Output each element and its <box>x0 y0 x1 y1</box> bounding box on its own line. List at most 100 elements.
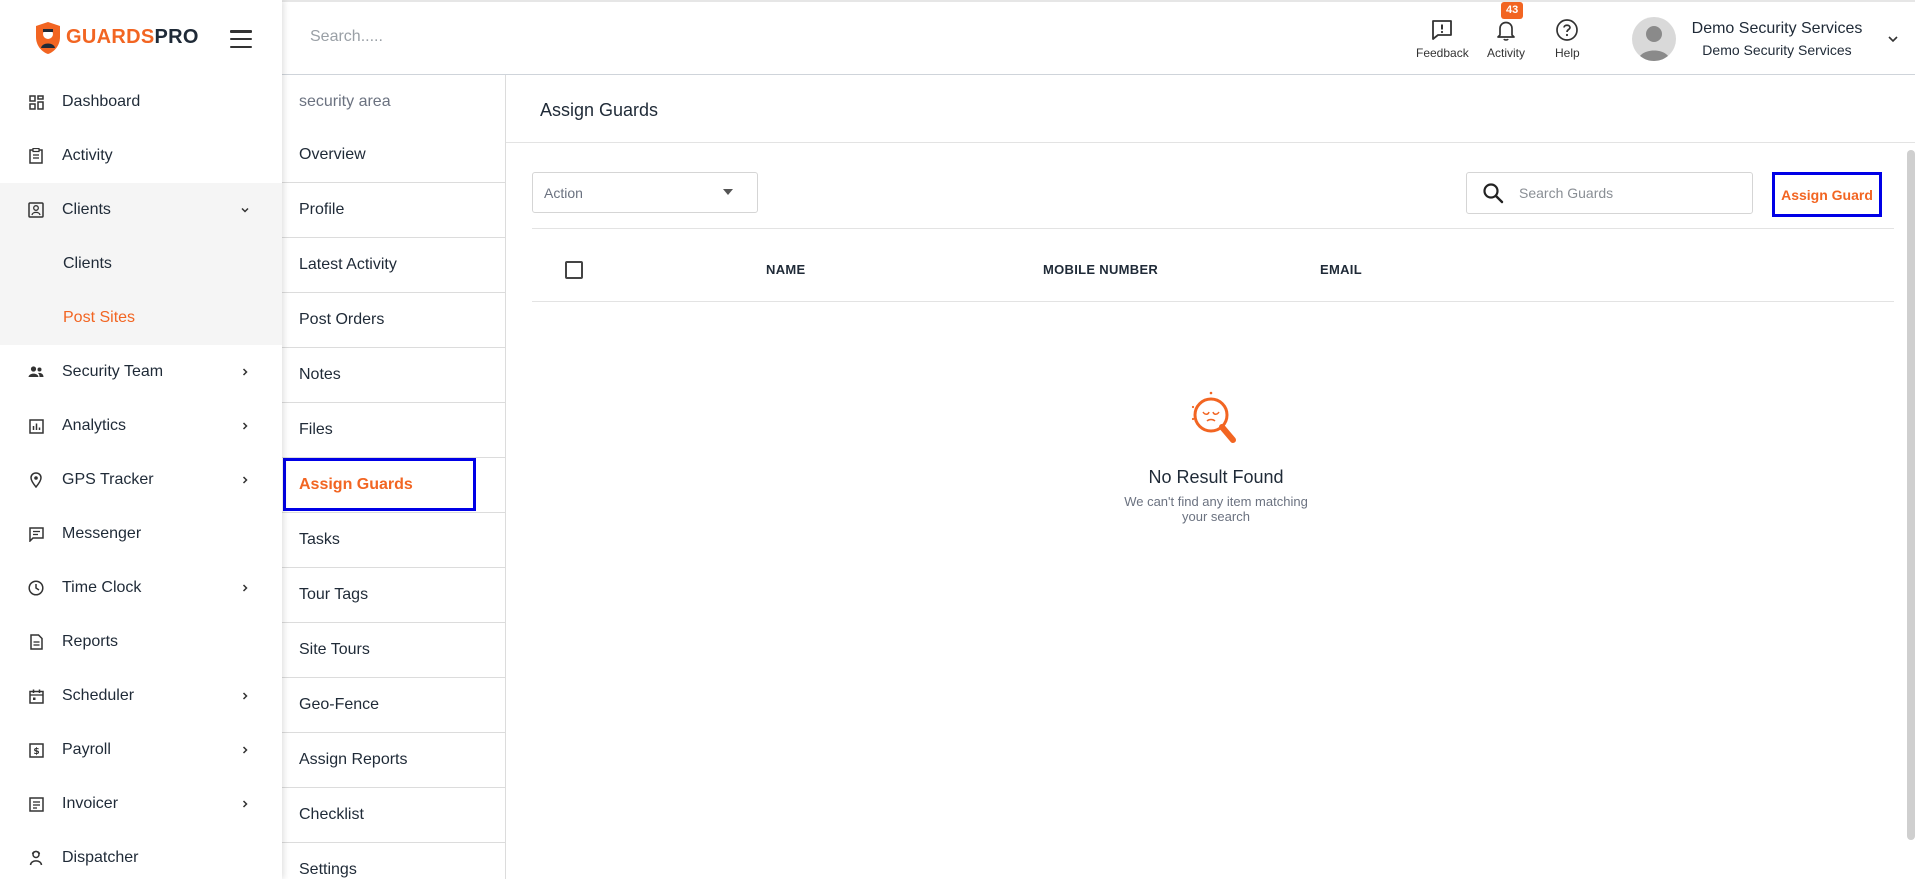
sidebar-item-gps-tracker[interactable]: GPS Tracker <box>0 453 282 507</box>
sidebar-item-label: Clients <box>62 201 111 218</box>
dashboard-icon <box>28 94 44 110</box>
chevron-right-icon <box>242 800 248 808</box>
menu-toggle-icon[interactable] <box>230 30 252 48</box>
post-site-submenu: security area Overview Profile Latest Ac… <box>282 75 506 879</box>
title-divider <box>506 142 1915 143</box>
sidebar: GUARDSPRO Dashboard Activity Clients Cli… <box>0 0 282 879</box>
sidebar-item-label: Messenger <box>62 525 142 542</box>
sidebar-item-dashboard[interactable]: Dashboard <box>0 75 282 129</box>
sidebar-subitem-post-sites[interactable]: Post Sites <box>0 291 282 345</box>
guard-shield-icon <box>36 21 60 54</box>
tab-assign-guards[interactable]: Assign Guards <box>282 458 505 513</box>
sidebar-item-label: GPS Tracker <box>62 471 154 488</box>
empty-state: No Result Found We can't find any item m… <box>1086 385 1346 524</box>
help-button[interactable]: Help <box>1555 18 1580 60</box>
brand-name: GUARDSPRO <box>66 26 199 48</box>
main-content: Assign Guards Action Assign Guard NAME M… <box>506 75 1915 879</box>
sidebar-item-payroll[interactable]: $ Payroll <box>0 723 282 777</box>
clients-icon <box>28 202 44 218</box>
sidebar-item-dispatcher[interactable]: Dispatcher <box>0 831 282 879</box>
chevron-right-icon <box>242 368 248 376</box>
tab-files[interactable]: Files <box>282 403 505 458</box>
action-dropdown-value: Action <box>544 184 583 201</box>
clock-icon <box>28 580 44 596</box>
search-icon <box>1483 183 1504 204</box>
map-pin-icon <box>28 472 44 488</box>
sidebar-item-scheduler[interactable]: Scheduler <box>0 669 282 723</box>
reports-icon <box>28 634 44 650</box>
select-all-checkbox[interactable] <box>565 261 583 279</box>
chevron-right-icon <box>242 746 248 754</box>
top-bar: Feedback 43 Activity Help Demo Security … <box>282 0 1915 75</box>
no-result-magnifier-icon <box>1191 391 1236 443</box>
sidebar-item-time-clock[interactable]: Time Clock <box>0 561 282 615</box>
action-dropdown[interactable]: Action <box>532 172 758 213</box>
tab-checklist[interactable]: Checklist <box>282 788 505 843</box>
guards-table-header: NAME MOBILE NUMBER EMAIL <box>532 228 1894 302</box>
assign-guard-button[interactable]: Assign Guard <box>1772 172 1882 217</box>
tab-notes[interactable]: Notes <box>282 348 505 403</box>
caret-down-icon <box>723 189 733 195</box>
column-header-name[interactable]: NAME <box>766 262 805 277</box>
empty-state-title: No Result Found <box>1148 467 1284 487</box>
sidebar-item-label: Security Team <box>62 363 164 380</box>
bell-icon <box>1497 21 1515 41</box>
sidebar-item-label: Payroll <box>62 741 111 758</box>
chevron-down-icon <box>241 207 249 213</box>
sidebar-item-security-team[interactable]: Security Team <box>0 345 282 399</box>
guard-search-box <box>1466 172 1753 214</box>
tab-assign-reports[interactable]: Assign Reports <box>282 733 505 788</box>
svg-text:$: $ <box>33 747 39 757</box>
sidebar-item-label: Activity <box>62 147 113 164</box>
tab-latest-activity[interactable]: Latest Activity <box>282 238 505 293</box>
tab-geo-fence[interactable]: Geo-Fence <box>282 678 505 733</box>
sidebar-nav: Dashboard Activity Clients Clients Post … <box>0 75 282 879</box>
user-avatar-icon <box>1638 26 1670 61</box>
dispatcher-icon <box>28 850 44 866</box>
activity-label: Activity <box>1487 46 1526 60</box>
feedback-icon <box>1432 20 1453 40</box>
submenu-header: security area <box>299 92 391 110</box>
sidebar-group-clients: Clients Clients Post Sites <box>0 183 282 345</box>
activity-button[interactable]: 43 Activity <box>1487 2 1526 60</box>
vertical-scrollbar[interactable] <box>1907 150 1915 840</box>
sidebar-item-label: Analytics <box>62 417 127 434</box>
feedback-label: Feedback <box>1416 46 1469 60</box>
sidebar-item-messenger[interactable]: Messenger <box>0 507 282 561</box>
help-icon <box>1556 19 1579 41</box>
column-header-email[interactable]: EMAIL <box>1320 262 1362 277</box>
sidebar-item-label: Dispatcher <box>62 849 139 866</box>
sidebar-item-reports[interactable]: Reports <box>0 615 282 669</box>
avatar[interactable] <box>1632 17 1676 61</box>
sidebar-item-clients[interactable]: Clients <box>0 183 282 237</box>
tab-tasks[interactable]: Tasks <box>282 513 505 568</box>
payroll-icon: $ <box>28 742 44 758</box>
tab-overview[interactable]: Overview <box>282 128 505 183</box>
sidebar-item-invoicer[interactable]: Invoicer <box>0 777 282 831</box>
global-search-input[interactable] <box>310 28 710 46</box>
analytics-icon <box>28 418 44 434</box>
sidebar-item-analytics[interactable]: Analytics <box>0 399 282 453</box>
sidebar-item-label: Dashboard <box>62 93 141 110</box>
security-team-icon <box>28 364 44 380</box>
sidebar-item-label: Scheduler <box>62 687 135 704</box>
sidebar-item-label: Invoicer <box>62 795 119 812</box>
sidebar-item-label: Reports <box>62 633 119 650</box>
sidebar-item-activity[interactable]: Activity <box>0 129 282 183</box>
user-name: Demo Security Services <box>1691 20 1863 37</box>
chevron-right-icon <box>242 584 248 592</box>
empty-state-subtitle: We can't find any item matching your sea… <box>1124 494 1308 524</box>
tab-tour-tags[interactable]: Tour Tags <box>282 568 505 623</box>
tab-post-orders[interactable]: Post Orders <box>282 293 505 348</box>
activity-badge: 43 <box>1501 2 1524 19</box>
tab-profile[interactable]: Profile <box>282 183 505 238</box>
tab-settings[interactable]: Settings <box>282 843 505 879</box>
tab-site-tours[interactable]: Site Tours <box>282 623 505 678</box>
column-header-mobile[interactable]: MOBILE NUMBER <box>1043 262 1158 277</box>
chevron-right-icon <box>242 476 248 484</box>
guard-search-input[interactable] <box>1519 185 1739 201</box>
chevron-down-icon[interactable] <box>1887 34 1899 44</box>
feedback-button[interactable]: Feedback <box>1416 18 1469 60</box>
chevron-right-icon <box>242 692 248 700</box>
sidebar-subitem-clients[interactable]: Clients <box>0 237 282 291</box>
